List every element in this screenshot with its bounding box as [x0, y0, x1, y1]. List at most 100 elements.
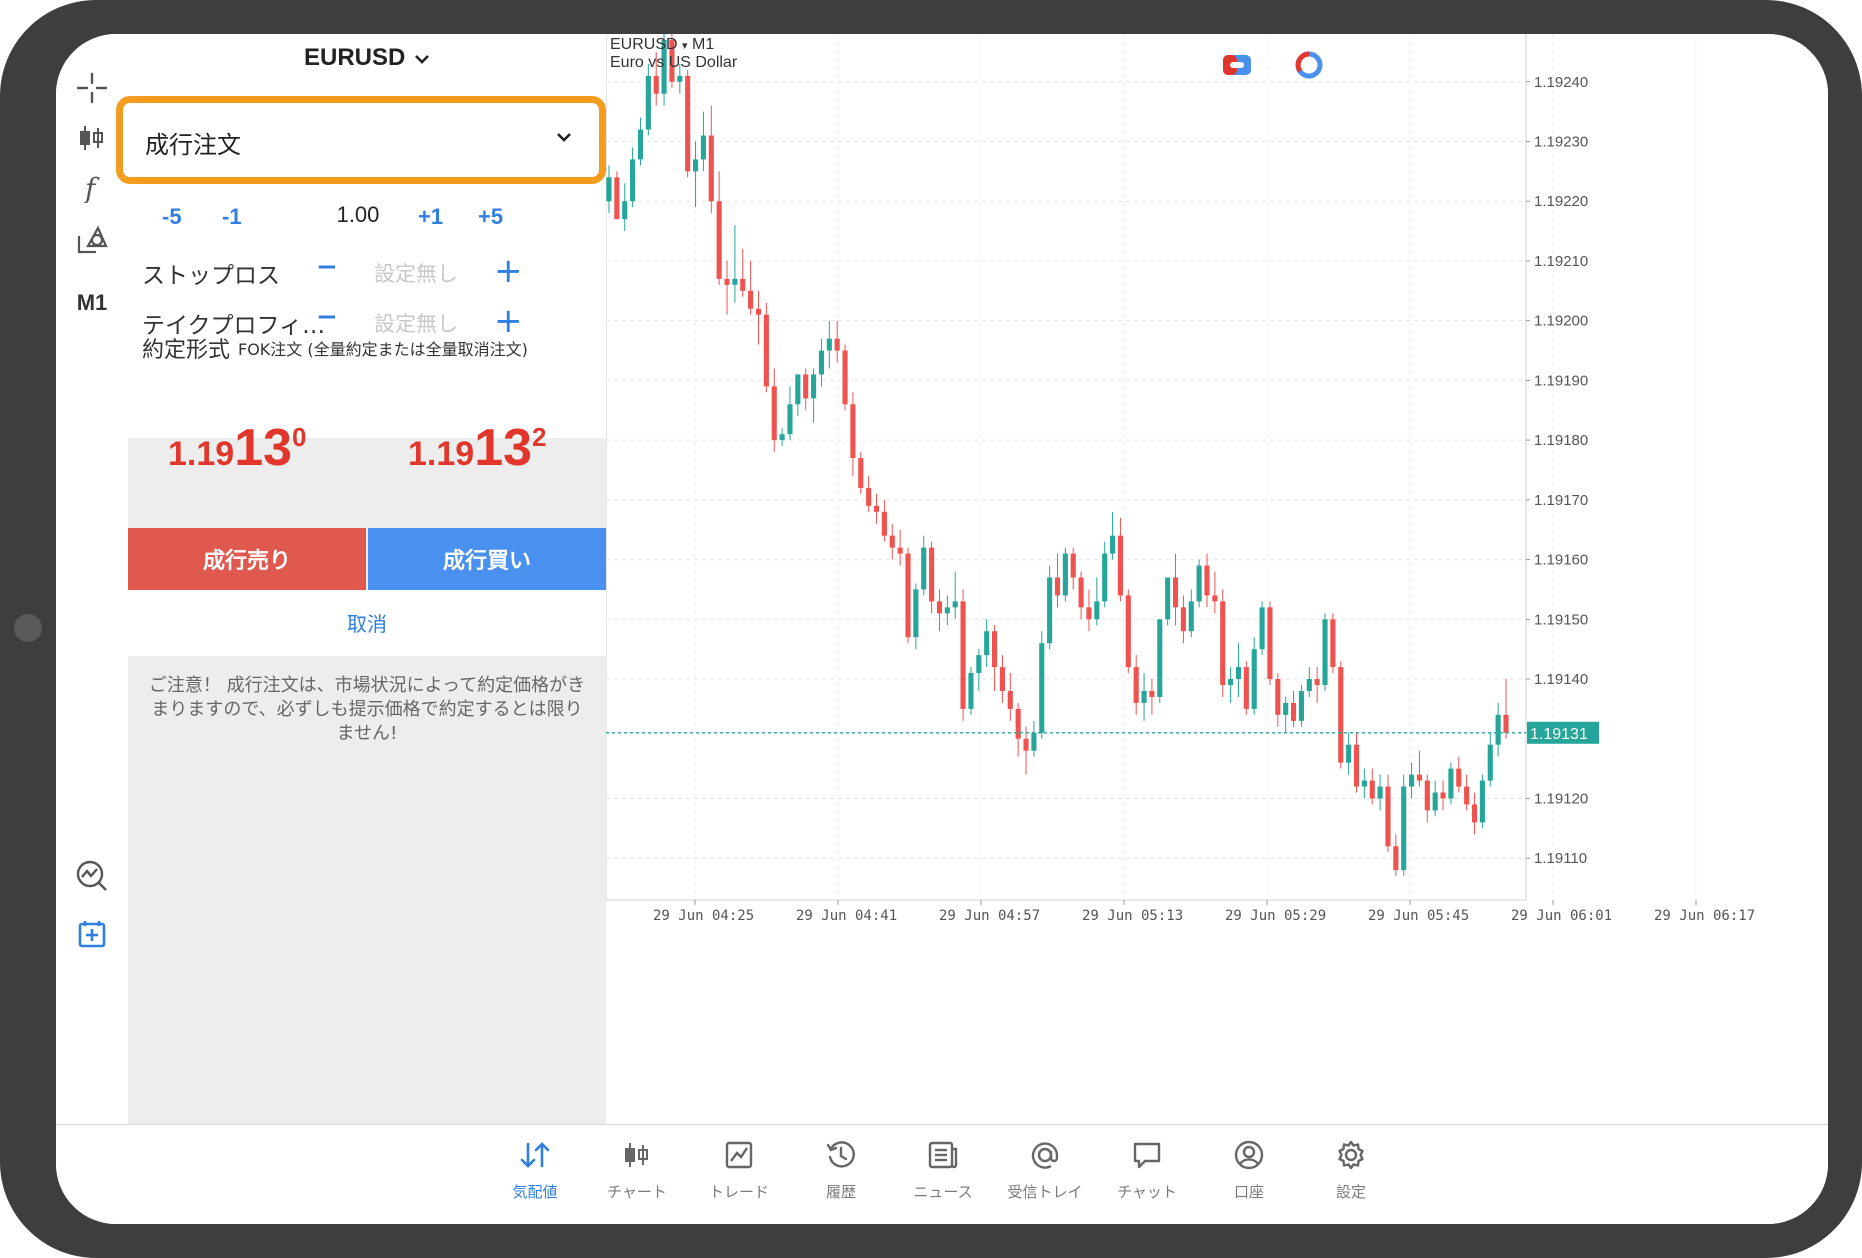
cancel-button[interactable]: 取消 — [128, 608, 606, 637]
bear-candle — [1424, 780, 1430, 811]
bear-candle — [929, 547, 935, 602]
bear-candle — [1078, 577, 1084, 608]
volume-plus5-button[interactable]: +5 — [478, 204, 503, 230]
nav-chart[interactable]: チャート — [592, 1135, 682, 1202]
chart-symbol[interactable]: EURUSD — [610, 36, 678, 53]
bull-candle — [1377, 786, 1383, 799]
bull-candle — [677, 75, 683, 82]
volume-value[interactable]: 1.00 — [328, 202, 388, 228]
bear-candle — [1393, 846, 1399, 871]
bear-candle — [1023, 738, 1029, 751]
nav-quotes[interactable]: 気配値 — [490, 1135, 580, 1202]
bear-candle — [1330, 619, 1336, 668]
cancel-area: 取消 — [128, 590, 606, 656]
indicator-f-icon[interactable]: f — [70, 166, 114, 210]
chart-symbol-dropdown-marker[interactable]: ▾ — [682, 40, 688, 52]
bear-candle — [1385, 786, 1391, 847]
bull-candle — [1062, 553, 1068, 596]
stop-loss-plus-button[interactable]: + — [494, 254, 523, 288]
bottom-navigation: 気配値 チャート トレード 履歴 ニュース 受信トレイ チャット 口座 設定 — [56, 1124, 1828, 1224]
x-tick-label: 29 Jun 04:41 — [796, 908, 897, 924]
trade-icon — [694, 1135, 784, 1175]
bear-candle — [1204, 565, 1210, 596]
bear-candle — [1267, 607, 1273, 680]
bull-candle — [779, 434, 785, 441]
volume-minus5-button[interactable]: -5 — [162, 204, 182, 230]
nav-news[interactable]: ニュース — [898, 1135, 988, 1202]
volume-plus1-button[interactable]: +1 — [418, 204, 443, 230]
bear-candle — [1471, 804, 1478, 823]
chart-canvas[interactable]: 1.19131 1.19240 1.19230 1.19220 1.19210 1.19… — [606, 34, 1828, 1124]
bear-candle — [1314, 679, 1320, 685]
nav-account[interactable]: 口座 — [1204, 1135, 1294, 1202]
nav-trade-label: トレード — [708, 1183, 769, 1201]
candlestick-icon[interactable] — [70, 116, 114, 160]
nav-chat-label: チャット — [1117, 1183, 1177, 1201]
volume-minus1-button[interactable]: -1 — [222, 204, 242, 230]
bull-candle — [1283, 702, 1289, 715]
bull-candle — [606, 177, 612, 202]
nav-settings[interactable]: 設定 — [1306, 1135, 1396, 1202]
bull-candle — [1047, 577, 1053, 644]
symbol-selector[interactable]: EURUSD — [128, 44, 606, 72]
nav-trade[interactable]: トレード — [694, 1135, 784, 1202]
bear-candle — [1243, 667, 1249, 709]
y-tick-label: 1.19150 — [1534, 611, 1588, 628]
x-tick-label: 29 Jun 05:45 — [1368, 908, 1469, 924]
nav-history[interactable]: 履歴 — [796, 1135, 886, 1202]
stop-loss-minus-button[interactable]: − — [316, 252, 338, 282]
y-tick-label: 1.19170 — [1534, 492, 1588, 509]
app-screen: f M1 EURUSD 成行注文 -5 -1 1.00 +1 +5 ストップロス… — [56, 34, 1828, 1224]
bear-candle — [1440, 792, 1446, 799]
nav-quotes-label: 気配値 — [512, 1183, 558, 1201]
order-type-dropdown[interactable]: 成行注文 — [116, 96, 606, 184]
sell-by-market-button[interactable]: 成行売り — [128, 528, 366, 590]
ask-price-sup: 2 — [532, 422, 547, 452]
bear-candle — [1117, 535, 1124, 596]
bear-candle — [614, 177, 620, 220]
symbol-name: EURUSD — [303, 44, 406, 71]
bear-candle — [866, 487, 872, 506]
nav-chat[interactable]: チャット — [1102, 1135, 1192, 1202]
bear-candle — [748, 290, 754, 309]
x-tick-label: 29 Jun 04:25 — [653, 908, 754, 924]
x-tick-label: 29 Jun 05:29 — [1225, 908, 1326, 924]
buy-by-market-button[interactable]: 成行買い — [368, 528, 606, 590]
bear-candle — [740, 278, 746, 291]
stop-loss-value[interactable]: 設定無し — [374, 258, 458, 288]
bear-candle — [716, 201, 722, 279]
take-profit-value[interactable]: 設定無し — [374, 308, 458, 338]
bear-candle — [889, 535, 895, 548]
bull-candle — [1298, 690, 1304, 721]
x-tick-label: 29 Jun 05:13 — [1082, 908, 1183, 924]
new-order-icon[interactable] — [72, 914, 112, 954]
chart-analysis-icon[interactable] — [72, 856, 112, 896]
bull-candle — [1259, 607, 1265, 650]
bull-candle — [795, 374, 801, 405]
bear-candle — [1180, 607, 1186, 632]
stop-loss-label: ストップロス — [142, 263, 280, 289]
bull-candle — [1432, 792, 1438, 811]
take-profit-plus-button[interactable]: + — [494, 304, 523, 338]
bull-candle — [645, 75, 651, 130]
bid-price: 1.19130 — [168, 418, 307, 478]
bear-candle — [708, 135, 714, 202]
fill-policy-value[interactable]: FOK注文 (全量約定または全量取消注文) — [238, 336, 528, 360]
bear-candle — [771, 386, 777, 441]
objects-icon[interactable] — [70, 218, 114, 262]
bear-candle — [1054, 577, 1061, 596]
crosshair-icon[interactable] — [70, 66, 114, 110]
bull-candle — [1188, 601, 1194, 632]
bull-candle — [1235, 667, 1242, 680]
take-profit-minus-button[interactable]: − — [316, 302, 338, 332]
bear-candle — [1503, 714, 1509, 733]
bull-candle — [1031, 732, 1037, 751]
bull-candle — [1346, 744, 1352, 763]
timeframe-button[interactable]: M1 — [66, 290, 118, 316]
bull-candle — [921, 547, 927, 590]
quotes-icon — [490, 1135, 580, 1175]
bull-candle — [787, 404, 793, 435]
price-chart[interactable]: 1.19131 1.19240 1.19230 1.19220 1.19210 1.19… — [606, 34, 1828, 1124]
bear-candle — [905, 553, 911, 638]
nav-mailbox[interactable]: 受信トレイ — [1000, 1135, 1090, 1202]
